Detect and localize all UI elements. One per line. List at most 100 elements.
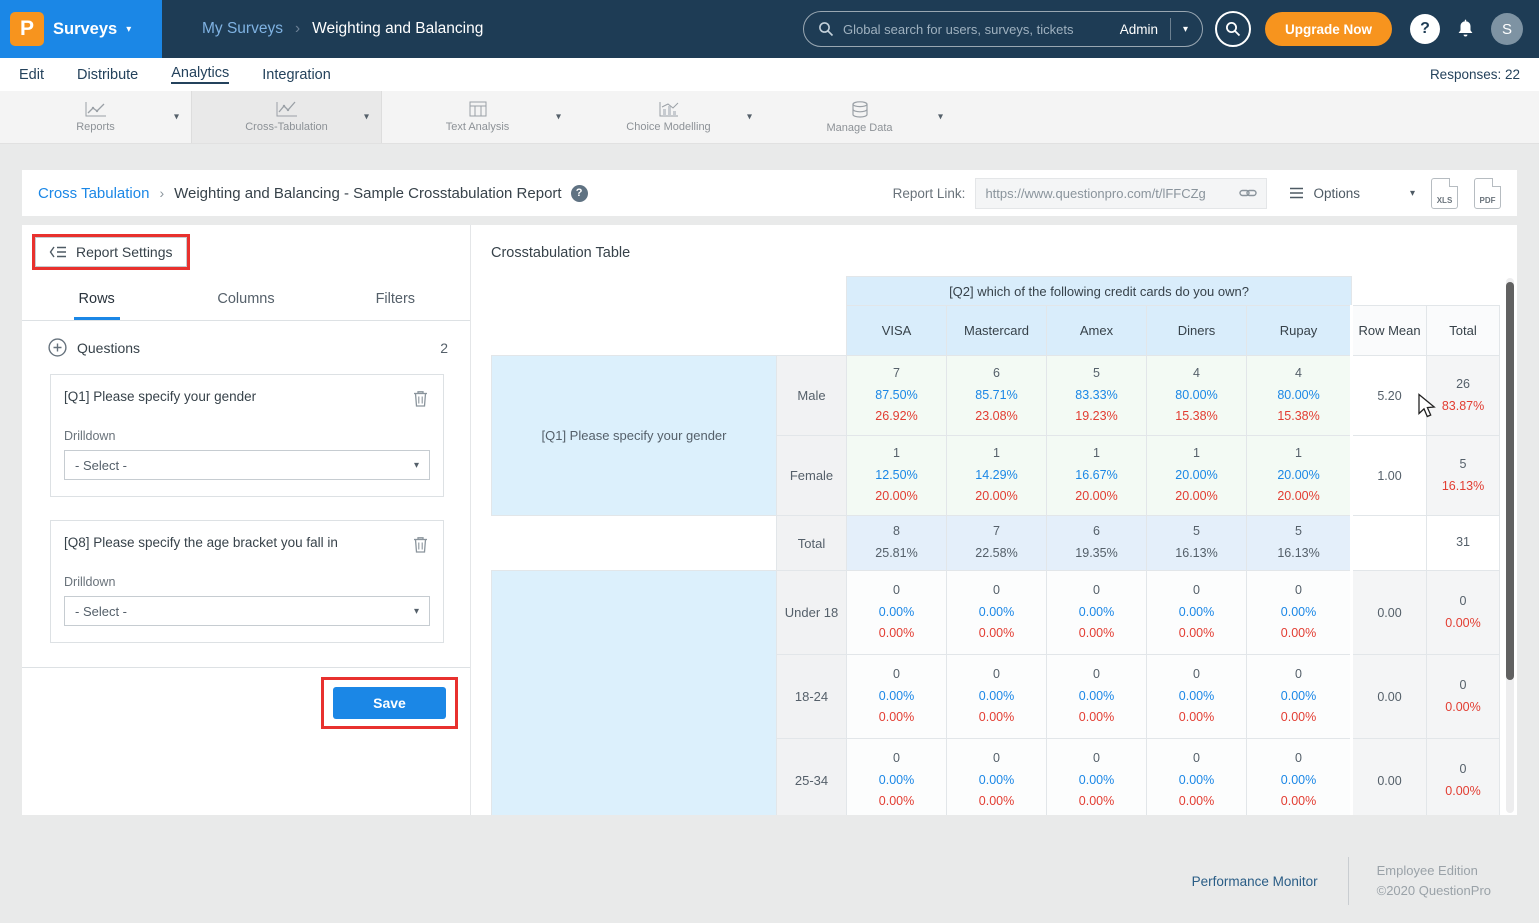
data: 516.13% — [1147, 516, 1247, 571]
tab-analytics[interactable]: Analytics — [171, 65, 229, 84]
rowmean: 0.00 — [1352, 571, 1427, 655]
drilldown-select[interactable]: - Select - ▾ — [64, 596, 430, 626]
data: 00.00%0.00% — [1247, 571, 1352, 655]
annotation-highlight-save: Save — [321, 677, 458, 729]
data: 516.13% — [1247, 516, 1352, 571]
edition-block: Employee Edition ©2020 QuestionPro — [1348, 857, 1491, 905]
rowmean: 1.00 — [1352, 436, 1427, 516]
tab-integration[interactable]: Integration — [262, 67, 331, 83]
search-scope[interactable]: Admin — [1120, 22, 1158, 37]
scrollbar-thumb[interactable] — [1506, 282, 1514, 680]
chevron-down-icon[interactable]: ▾ — [1410, 188, 1415, 199]
questionpro-logo-icon: P — [10, 12, 44, 46]
list-icon — [1289, 187, 1304, 199]
search-submit-button[interactable] — [1215, 11, 1251, 47]
report-url-box — [975, 178, 1267, 209]
tab-rows[interactable]: Rows — [22, 285, 171, 320]
crosstab-panel: Crosstabulation Table [Q2] which of the … — [471, 225, 1517, 815]
tool-label: Text Analysis — [446, 121, 510, 133]
performance-monitor-link[interactable]: Performance Monitor — [1192, 874, 1318, 889]
global-search[interactable]: Admin ▾ — [803, 11, 1203, 47]
chevron-down-icon[interactable]: ▾ — [938, 112, 943, 123]
chevron-down-icon[interactable]: ▾ — [556, 112, 561, 123]
drilldown-select[interactable]: - Select - ▾ — [64, 450, 430, 480]
row-label: 25-34 — [777, 739, 847, 816]
save-button[interactable]: Save — [333, 687, 446, 719]
tool-cross-tabulation[interactable]: Cross-Tabulation ▾ — [191, 91, 382, 143]
tool-label: Reports — [76, 121, 115, 133]
chevron-down-icon[interactable]: ▾ — [174, 112, 179, 123]
plus-circle-icon[interactable] — [48, 338, 67, 357]
tool-choice-modelling[interactable]: Choice Modelling ▾ — [573, 91, 764, 143]
trash-icon — [413, 390, 428, 407]
search-input[interactable] — [843, 22, 1111, 37]
report-settings-button[interactable]: Report Settings — [35, 237, 187, 267]
product-switcher[interactable]: P Surveys ▾ — [0, 0, 162, 58]
report-header-bar: Cross Tabulation › Weighting and Balanci… — [22, 170, 1517, 216]
xls-label: XLS — [1437, 196, 1453, 205]
tool-reports[interactable]: Reports ▾ — [0, 91, 191, 143]
rowmean — [1352, 516, 1427, 571]
product-menu-label: Surveys — [53, 20, 117, 39]
options-label: Options — [1313, 186, 1360, 201]
section-nav: Edit Distribute Analytics Integration Re… — [0, 58, 1539, 91]
upgrade-now-button[interactable]: Upgrade Now — [1265, 12, 1392, 46]
data: 00.00%0.00% — [947, 655, 1047, 739]
rowmean: 0.00 — [1352, 739, 1427, 816]
data: 00.00%0.00% — [1247, 655, 1352, 739]
scrollbar-track[interactable] — [1506, 278, 1514, 813]
group-label: [Q1] Please specify your gender — [492, 356, 777, 516]
logo-letter: P — [20, 17, 34, 41]
chevron-down-icon[interactable]: ▾ — [364, 112, 369, 123]
data: 120.00%20.00% — [1147, 436, 1247, 516]
data: 00.00%0.00% — [1147, 655, 1247, 739]
data: 00.00%0.00% — [1147, 571, 1247, 655]
card-head: [Q8] Please specify the age bracket you … — [64, 534, 430, 558]
export-xls-button[interactable]: XLS — [1431, 178, 1458, 209]
report-url-input[interactable] — [985, 186, 1233, 201]
link-icon[interactable] — [1239, 187, 1257, 199]
tool-manage-data[interactable]: Manage Data ▾ — [764, 91, 955, 143]
tool-text-analysis[interactable]: Text Analysis ▾ — [382, 91, 573, 143]
data: 00.00% — [1427, 571, 1500, 655]
data: 787.50%26.92% — [847, 356, 947, 436]
data: 00.00%0.00% — [1047, 571, 1147, 655]
col-head: VISA — [847, 306, 947, 356]
blank — [492, 277, 847, 306]
data: 00.00%0.00% — [847, 571, 947, 655]
report-help-icon[interactable]: ? — [571, 185, 588, 202]
data: 516.13% — [1427, 436, 1500, 516]
chevron-right-icon: › — [295, 20, 300, 38]
data: 114.29%20.00% — [947, 436, 1047, 516]
data: 480.00%15.38% — [1147, 356, 1247, 436]
tool-label: Cross-Tabulation — [245, 121, 328, 133]
group-label — [492, 571, 777, 816]
delete-question-button[interactable] — [411, 534, 430, 558]
tool-label: Choice Modelling — [626, 121, 710, 133]
notifications-bell-icon[interactable] — [1456, 19, 1475, 39]
help-icon[interactable]: ? — [1410, 14, 1440, 44]
breadcrumb: My Surveys › Weighting and Balancing — [202, 20, 483, 38]
select-value: - Select - — [75, 458, 127, 473]
tab-distribute[interactable]: Distribute — [77, 67, 138, 83]
data: 722.58% — [947, 516, 1047, 571]
cross-tabulation-link[interactable]: Cross Tabulation — [38, 185, 149, 202]
row-label: 18-24 — [777, 655, 847, 739]
table-row: Under 1800.00%0.00%00.00%0.00%00.00%0.00… — [492, 571, 1500, 655]
export-pdf-button[interactable]: PDF — [1474, 178, 1501, 209]
tab-edit[interactable]: Edit — [19, 67, 44, 83]
data: 480.00%15.38% — [1247, 356, 1352, 436]
user-avatar[interactable]: S — [1491, 13, 1523, 45]
chevron-down-icon[interactable]: ▾ — [1183, 24, 1188, 35]
breadcrumb-current: Weighting and Balancing — [312, 20, 483, 38]
delete-question-button[interactable] — [411, 388, 430, 412]
data: 31 — [1427, 516, 1500, 571]
annotation-highlight-report-settings: Report Settings — [32, 234, 190, 270]
breadcrumb-my-surveys[interactable]: My Surveys — [202, 20, 283, 38]
tab-filters[interactable]: Filters — [321, 285, 470, 320]
chevron-down-icon[interactable]: ▾ — [747, 112, 752, 123]
options-menu[interactable]: Options — [1267, 186, 1370, 201]
data: 2683.87% — [1427, 356, 1500, 436]
question-title: [Q8] Please specify the age bracket you … — [64, 534, 411, 552]
tab-columns[interactable]: Columns — [171, 285, 320, 320]
